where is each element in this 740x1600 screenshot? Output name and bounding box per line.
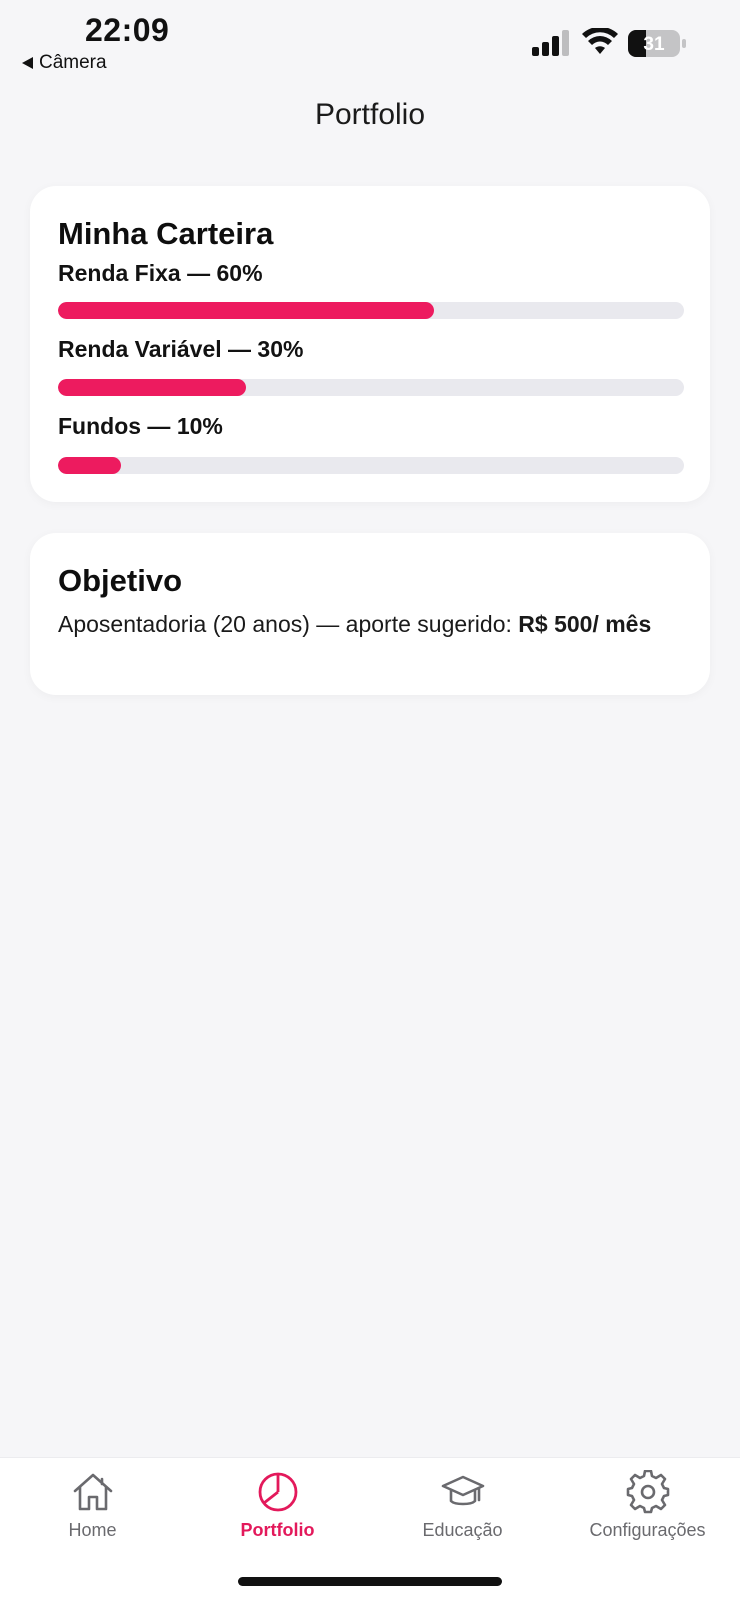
battery-level: 31 — [643, 34, 665, 55]
goal-description: Aposentadoria (20 anos) — aporte sugerid… — [58, 609, 678, 639]
tab-configuracoes[interactable]: Configurações — [555, 1470, 740, 1560]
back-arrow-icon — [22, 57, 33, 69]
back-to-camera-link[interactable]: Câmera — [22, 52, 107, 74]
tab-home[interactable]: Home — [0, 1470, 185, 1560]
tab-label: Home — [68, 1520, 117, 1540]
goal-text: Aposentadoria (20 anos) — aporte sugerid… — [58, 611, 519, 637]
allocation-bar-fill — [58, 302, 434, 319]
allocation-bar-fill — [58, 457, 121, 474]
portfolio-card: Minha Carteira Renda Fixa — 60% Renda Va… — [30, 186, 710, 502]
pie-chart-icon — [258, 1472, 297, 1512]
goal-card-title: Objetivo — [58, 563, 183, 598]
screen: 22:09 Câmera 31 Portfolio Minha Carteira — [0, 0, 740, 1600]
wifi-icon — [582, 28, 618, 54]
allocation-bar-fill — [58, 379, 246, 396]
gear-icon — [626, 1470, 669, 1514]
tab-label: Educação — [422, 1520, 503, 1540]
tab-label: Configurações — [589, 1520, 706, 1540]
goal-card: Objetivo Aposentadoria (20 anos) — aport… — [30, 533, 710, 695]
allocation-bar-fundos — [58, 457, 684, 474]
goal-amount: R$ 500/ mês — [518, 611, 652, 637]
home-icon — [73, 1473, 112, 1511]
status-bar: 22:09 Câmera 31 — [0, 0, 740, 80]
graduation-cap-icon — [441, 1475, 484, 1506]
portfolio-card-title: Minha Carteira — [58, 216, 274, 251]
page-title: Portfolio — [314, 98, 426, 131]
allocation-bar-renda-fixa — [58, 302, 684, 319]
allocation-label-renda-variavel: Renda Variável — 30% — [58, 336, 304, 362]
cellular-signal-icon — [532, 30, 569, 56]
battery-icon: 31 — [628, 30, 686, 57]
allocation-label-renda-fixa: Renda Fixa — 60% — [58, 260, 263, 286]
allocation-bar-renda-variavel — [58, 379, 684, 396]
allocation-label-fundos: Fundos — 10% — [58, 413, 223, 439]
home-indicator — [238, 1577, 502, 1586]
status-time: 22:09 — [85, 12, 170, 48]
back-link-label: Câmera — [39, 52, 107, 73]
tab-portfolio[interactable]: Portfolio — [185, 1470, 370, 1560]
tab-educacao[interactable]: Educação — [370, 1470, 555, 1560]
tab-label: Portfolio — [240, 1520, 315, 1540]
